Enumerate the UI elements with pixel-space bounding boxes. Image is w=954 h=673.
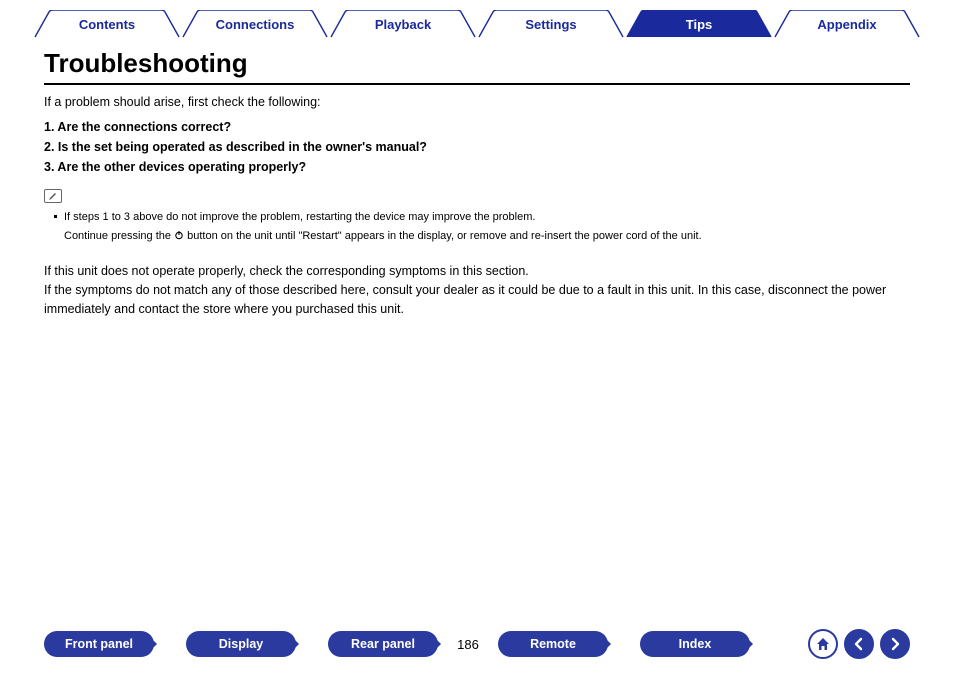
bottom-nav-bar: Front panel Display Rear panel 186 Remot…: [0, 629, 954, 659]
page-number: 186: [438, 637, 498, 652]
nav-icon-group: [808, 629, 910, 659]
prev-page-button[interactable]: [844, 629, 874, 659]
nav-front-panel[interactable]: Front panel: [44, 631, 154, 657]
tab-settings[interactable]: Settings: [477, 10, 625, 38]
tab-label: Connections: [216, 17, 295, 32]
page-title: Troubleshooting: [44, 48, 910, 85]
nav-display[interactable]: Display: [186, 631, 296, 657]
tab-label: Contents: [79, 17, 135, 32]
tab-connections[interactable]: Connections: [181, 10, 329, 38]
note-text-a: Continue pressing the: [64, 230, 174, 242]
note-bullet-2: Continue pressing the button on the unit…: [44, 228, 910, 245]
tab-label: Playback: [375, 17, 431, 32]
tab-label: Appendix: [817, 17, 876, 32]
check-item-1: 1. Are the connections correct?: [44, 117, 910, 137]
next-page-button[interactable]: [880, 629, 910, 659]
body-paragraph-2: If the symptoms do not match any of thos…: [44, 281, 910, 319]
tab-contents[interactable]: Contents: [33, 10, 181, 38]
tab-tips[interactable]: Tips: [625, 10, 773, 38]
pill-label: Index: [679, 637, 712, 651]
home-button[interactable]: [808, 629, 838, 659]
pencil-note-icon: [44, 189, 62, 203]
tab-playback[interactable]: Playback: [329, 10, 477, 38]
top-tab-bar: Contents Connections Playback Settings T…: [0, 0, 954, 38]
nav-remote[interactable]: Remote: [498, 631, 608, 657]
pill-label: Rear panel: [351, 637, 415, 651]
power-icon: [174, 229, 184, 239]
nav-index[interactable]: Index: [640, 631, 750, 657]
tab-label: Tips: [686, 17, 713, 32]
tab-label: Settings: [525, 17, 576, 32]
intro-text: If a problem should arise, first check t…: [44, 95, 910, 109]
pill-label: Display: [219, 637, 263, 651]
page-content: Troubleshooting If a problem should aris…: [0, 38, 954, 318]
pill-label: Remote: [530, 637, 576, 651]
body-paragraph-1: If this unit does not operate properly, …: [44, 262, 910, 281]
note-text-b: button on the unit until "Restart" appea…: [184, 230, 702, 242]
note-bullet-1: If steps 1 to 3 above do not improve the…: [44, 209, 910, 226]
check-item-3: 3. Are the other devices operating prope…: [44, 157, 910, 177]
tab-appendix[interactable]: Appendix: [773, 10, 921, 38]
nav-rear-panel[interactable]: Rear panel: [328, 631, 438, 657]
pill-label: Front panel: [65, 637, 133, 651]
check-item-2: 2. Is the set being operated as describe…: [44, 137, 910, 157]
checklist: 1. Are the connections correct? 2. Is th…: [44, 117, 910, 177]
